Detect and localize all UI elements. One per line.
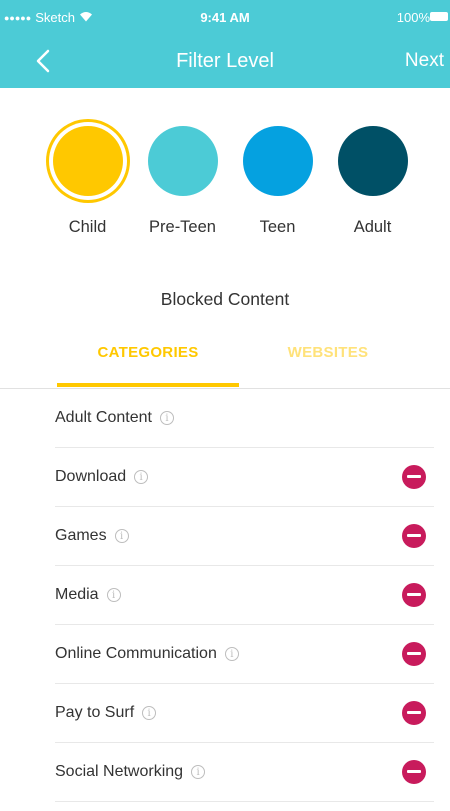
level-circle xyxy=(147,126,218,196)
list-item: Media i xyxy=(55,566,434,625)
page-title: Filter Level xyxy=(176,50,274,72)
info-icon[interactable]: i xyxy=(142,706,157,720)
content-tabs: CATEGORIES WEBSITES xyxy=(0,330,450,389)
tab-categories[interactable]: CATEGORIES xyxy=(58,344,238,361)
remove-icon[interactable] xyxy=(402,760,426,784)
level-label: Child xyxy=(68,218,107,236)
next-button[interactable]: Next xyxy=(405,50,444,72)
category-label: Games xyxy=(55,527,107,544)
filter-level-adult[interactable]: Adult xyxy=(325,118,420,237)
status-time: 9:41 AM xyxy=(200,10,250,25)
filter-level-child[interactable]: Child xyxy=(40,118,135,237)
filter-level-pre-teen[interactable]: Pre-Teen xyxy=(135,118,230,237)
battery-percentage: 100% xyxy=(396,10,430,25)
remove-icon[interactable] xyxy=(402,583,426,607)
category-label: Adult Content xyxy=(55,409,152,426)
level-label: Adult xyxy=(353,218,392,236)
remove-icon[interactable] xyxy=(402,642,426,666)
tab-websites[interactable]: WEBSITES xyxy=(238,344,418,361)
category-label: Social Networking xyxy=(55,763,184,780)
category-label: Online Communication xyxy=(55,645,217,662)
info-icon[interactable]: i xyxy=(114,529,129,543)
list-item: Games i xyxy=(55,507,434,566)
level-label: Teen xyxy=(259,218,296,236)
remove-icon[interactable] xyxy=(402,524,426,548)
category-label: Media xyxy=(55,586,99,603)
blocked-content-title: Blocked Content xyxy=(160,289,290,309)
info-icon[interactable]: i xyxy=(106,588,121,602)
level-label: Pre-Teen xyxy=(149,218,216,236)
level-circle xyxy=(242,126,313,196)
info-icon[interactable]: i xyxy=(134,470,149,484)
status-bar: ●●●●● Sketch 9:41 AM 100% xyxy=(0,0,450,36)
remove-icon[interactable] xyxy=(402,465,426,489)
nav-bar: Filter Level Next xyxy=(0,36,450,88)
remove-icon[interactable] xyxy=(402,701,426,725)
list-item: Online Communication i xyxy=(55,625,434,684)
filter-level-teen[interactable]: Teen xyxy=(230,118,325,237)
active-tab-indicator xyxy=(57,383,239,387)
info-icon[interactable]: i xyxy=(224,647,239,661)
category-list: Adult Content i Download i Games i Media… xyxy=(0,389,450,802)
battery-icon xyxy=(430,12,448,21)
category-label: Pay to Surf xyxy=(55,704,135,721)
list-item: Pay to Surf i xyxy=(55,684,434,743)
list-item: Adult Content i xyxy=(55,389,434,448)
list-item: Social Networking i xyxy=(55,743,434,802)
level-circle xyxy=(337,126,408,196)
info-icon[interactable]: i xyxy=(191,765,206,779)
list-item: Download i xyxy=(55,448,434,507)
level-circle xyxy=(52,126,123,196)
filter-level-selector: Child Pre-Teen Teen Adult xyxy=(40,118,420,237)
category-label: Download xyxy=(55,468,127,485)
info-icon[interactable]: i xyxy=(159,411,174,425)
